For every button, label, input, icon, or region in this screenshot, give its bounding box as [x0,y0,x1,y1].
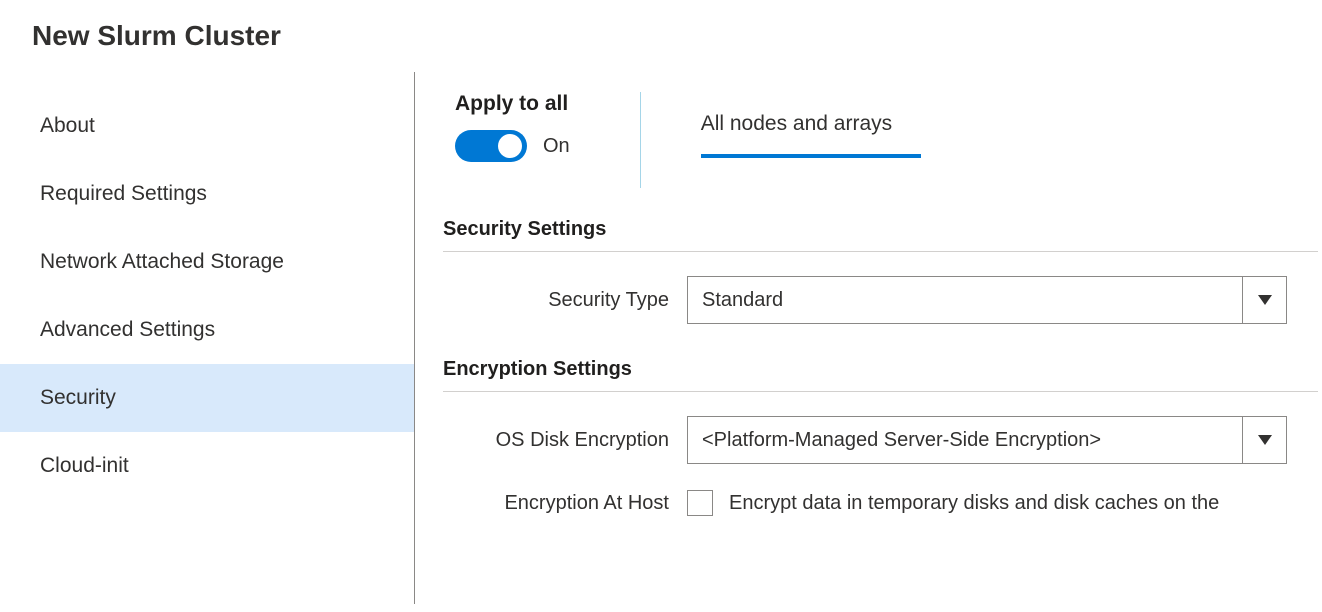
sidebar-item-security[interactable]: Security [0,364,414,432]
sidebar-item-cloud-init[interactable]: Cloud-init [0,432,414,500]
security-type-value: Standard [688,277,1242,323]
sidebar-item-about[interactable]: About [0,92,414,160]
toggle-knob [498,134,522,158]
toggle-state-label: On [543,135,570,158]
main-panel: Apply to all On All nodes and arrays Sec… [415,72,1322,604]
encryption-at-host-description: Encrypt data in temporary disks and disk… [729,492,1219,515]
encryption-settings-section: Encryption Settings OS Disk Encryption <… [443,358,1322,516]
security-settings-section: Security Settings Security Type Standard [443,218,1322,324]
security-type-select[interactable]: Standard [687,276,1287,324]
sidebar: About Required Settings Network Attached… [0,72,415,604]
encryption-at-host-row: Encryption At Host Encrypt data in tempo… [443,490,1322,516]
chevron-down-icon [1242,417,1286,463]
sidebar-item-advanced-settings[interactable]: Advanced Settings [0,296,414,364]
os-disk-encryption-select[interactable]: <Platform-Managed Server-Side Encryption… [687,416,1287,464]
chevron-down-icon [1242,277,1286,323]
encryption-settings-title: Encryption Settings [443,358,1318,392]
sidebar-item-network-attached-storage[interactable]: Network Attached Storage [0,228,414,296]
encryption-at-host-checkbox[interactable] [687,490,713,516]
encryption-at-host-label: Encryption At Host [443,492,687,515]
apply-to-all-block: Apply to all On [443,92,570,162]
apply-to-all-label: Apply to all [455,92,570,116]
security-type-label: Security Type [443,289,687,312]
tab-label: All nodes and arrays [701,112,892,148]
top-controls: Apply to all On All nodes and arrays [443,92,1322,188]
content-wrapper: About Required Settings Network Attached… [0,72,1322,604]
security-type-row: Security Type Standard [443,276,1322,324]
page-title: New Slurm Cluster [0,0,1322,72]
apply-to-all-toggle[interactable] [455,130,527,162]
tab-underline [701,154,921,158]
security-settings-title: Security Settings [443,218,1318,252]
toggle-row: On [455,130,570,162]
os-disk-encryption-row: OS Disk Encryption <Platform-Managed Ser… [443,416,1322,464]
os-disk-encryption-value: <Platform-Managed Server-Side Encryption… [688,417,1242,463]
sidebar-item-required-settings[interactable]: Required Settings [0,160,414,228]
os-disk-encryption-label: OS Disk Encryption [443,429,687,452]
vertical-divider [640,92,641,188]
tab-all-nodes[interactable]: All nodes and arrays [701,92,921,158]
